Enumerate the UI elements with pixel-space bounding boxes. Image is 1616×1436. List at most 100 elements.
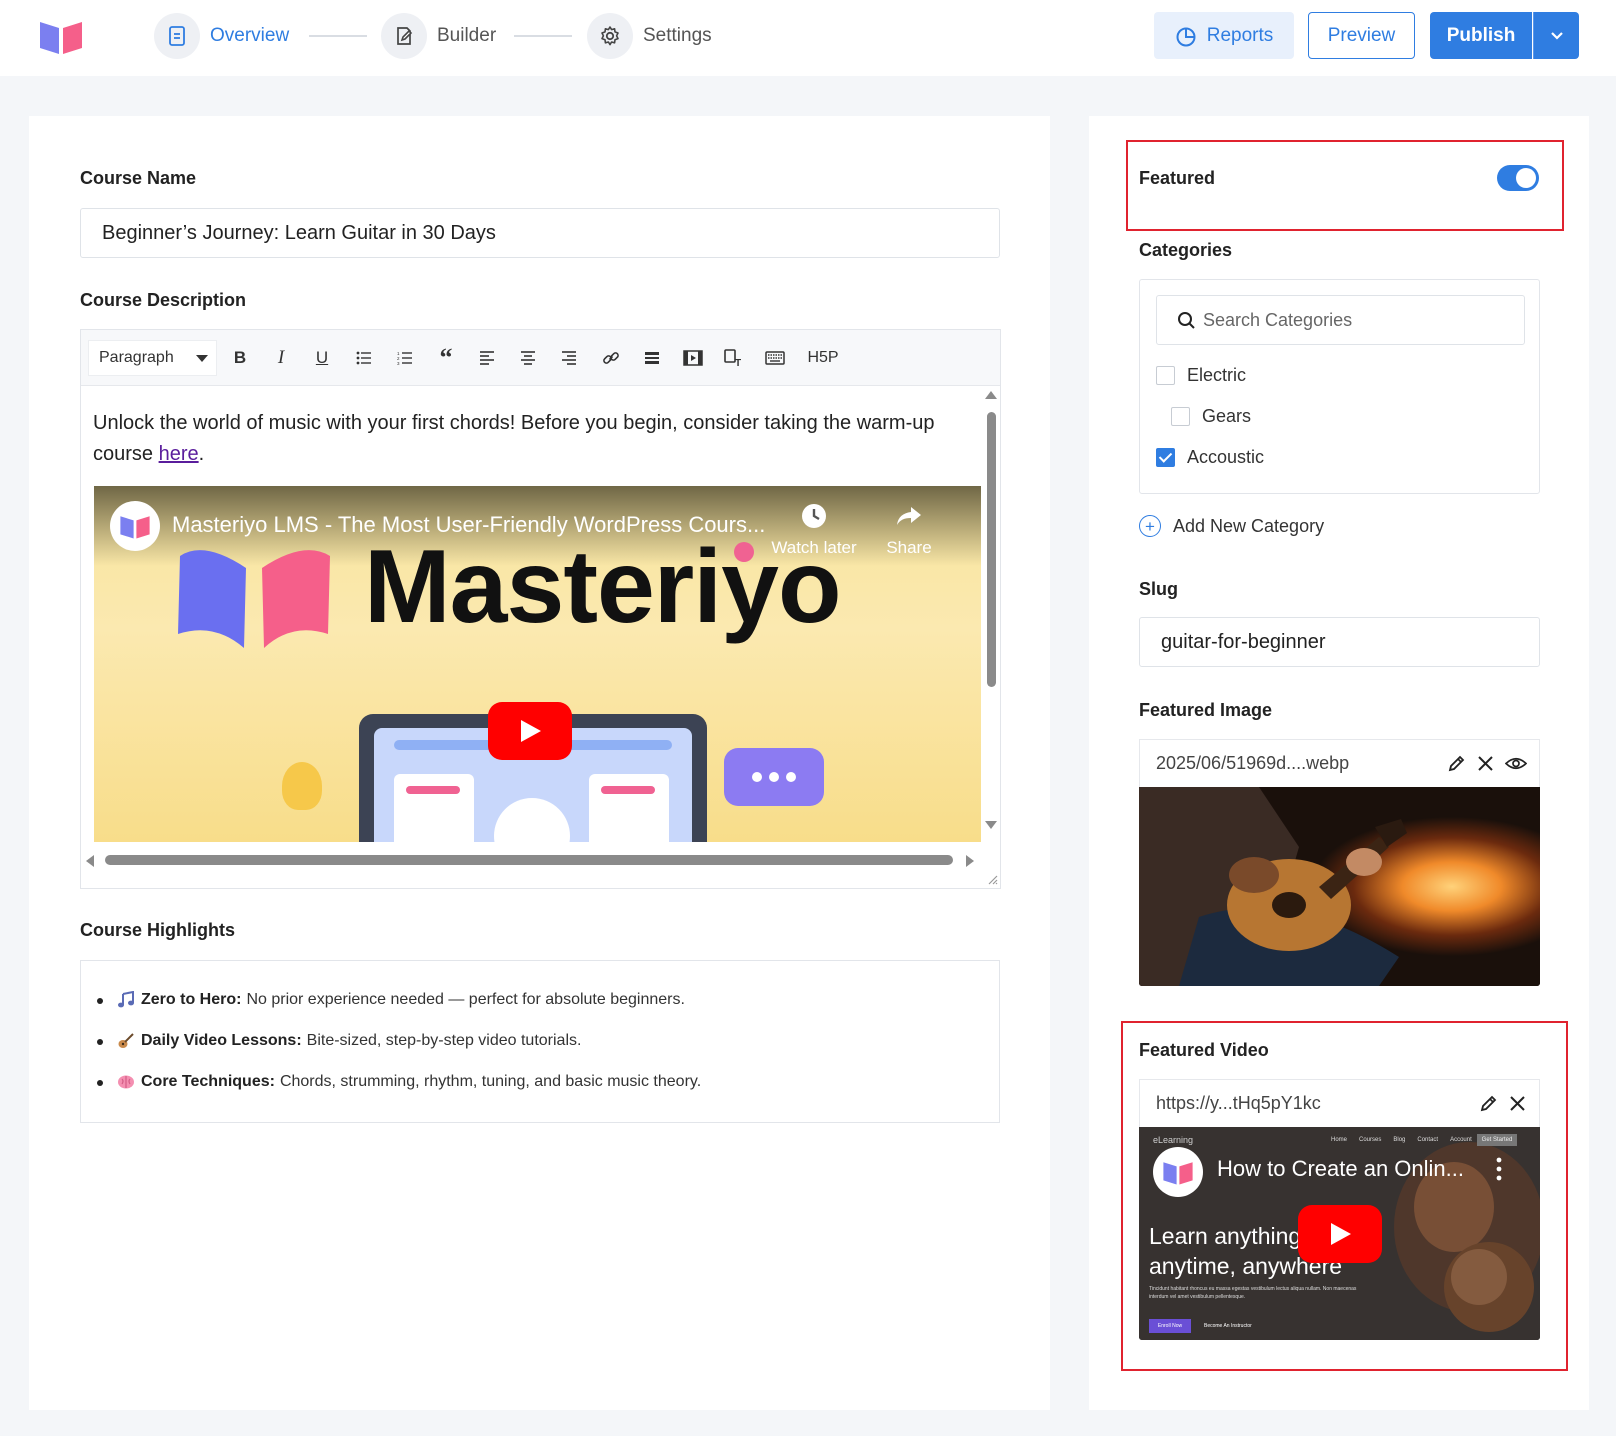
warmup-course-link[interactable]: here: [159, 443, 199, 465]
scroll-thumb[interactable]: [105, 855, 953, 865]
scroll-right-icon[interactable]: [965, 854, 975, 868]
list-item: Core Techniques: Chords, strumming, rhyth…: [97, 1073, 701, 1091]
close-icon[interactable]: [1476, 754, 1495, 773]
play-icon: [1331, 1223, 1351, 1245]
preview-button[interactable]: Preview: [1308, 12, 1415, 59]
close-icon[interactable]: [1508, 1094, 1527, 1113]
course-highlights-box[interactable]: Zero to Hero: No prior experience needed …: [80, 960, 1000, 1123]
add-new-category-button[interactable]: + Add New Category: [1139, 515, 1324, 537]
category-item-accoustic[interactable]: Accoustic: [1156, 447, 1264, 468]
edit-pencil-icon[interactable]: [1447, 754, 1466, 773]
play-icon: [521, 720, 541, 742]
align-center-icon[interactable]: [515, 344, 541, 372]
horizontal-rule-icon[interactable]: [639, 344, 665, 372]
svg-text:T: T: [735, 358, 741, 367]
eye-icon[interactable]: [1505, 754, 1527, 773]
site-cta: Get Started: [1477, 1134, 1517, 1146]
featured-video-label: Featured Video: [1139, 1040, 1269, 1060]
categories-box: Search Categories Electric Gears Accoust…: [1139, 279, 1540, 494]
scroll-down-icon[interactable]: [984, 820, 998, 830]
editor-content-area[interactable]: Unlock the world of music with your firs…: [81, 386, 981, 842]
underline-icon[interactable]: U: [309, 344, 335, 372]
category-checkbox[interactable]: [1156, 366, 1175, 385]
blockquote-icon[interactable]: “: [433, 343, 459, 372]
course-name-input[interactable]: Beginner’s Journey: Learn Guitar in 30 D…: [80, 208, 1000, 258]
channel-avatar[interactable]: [1153, 1147, 1203, 1197]
link-icon[interactable]: [598, 344, 624, 372]
step-label: Builder: [437, 25, 497, 46]
media-icon[interactable]: [680, 344, 706, 372]
publish-options-button[interactable]: [1533, 12, 1579, 59]
music-note-icon: [117, 991, 135, 1009]
chat-bubble-graphic: [724, 748, 824, 806]
clock-icon: [802, 504, 826, 528]
share-icon: [897, 507, 921, 525]
step-overview[interactable]: Overview: [154, 12, 289, 60]
category-label: Gears: [1202, 406, 1252, 426]
category-search-input[interactable]: Search Categories: [1156, 295, 1525, 345]
category-label: Electric: [1187, 365, 1247, 385]
lightbulb-graphic: [282, 762, 322, 810]
document-icon: [154, 13, 200, 59]
align-right-icon[interactable]: [556, 344, 582, 372]
gear-icon: [587, 13, 633, 59]
description-editor: Paragraph B I U 123 “ T H5P Unlock the w…: [80, 329, 1001, 889]
step-connector: [309, 35, 367, 37]
step-builder[interactable]: Builder: [381, 12, 496, 60]
featured-image-preview[interactable]: [1139, 787, 1540, 986]
category-checkbox[interactable]: [1156, 448, 1175, 467]
step-settings[interactable]: Settings: [587, 12, 712, 60]
category-checkbox[interactable]: [1171, 407, 1190, 426]
featured-image-file-row: 2025/06/51969d....webp: [1139, 739, 1540, 787]
bullet-list-icon[interactable]: [351, 344, 377, 372]
course-name-label: Course Name: [80, 168, 197, 188]
search-icon: [1178, 312, 1195, 329]
caret-down-icon: [196, 355, 208, 362]
category-item-gears[interactable]: Gears: [1171, 406, 1251, 427]
video-brand-text: Masteriyo: [364, 529, 842, 645]
featured-toggle[interactable]: [1497, 165, 1539, 191]
pie-chart-icon: [1176, 27, 1196, 46]
numbered-list-icon[interactable]: 123: [392, 344, 418, 372]
site-nav: Home Courses Blog Contact Account: [1331, 1137, 1472, 1143]
editor-horizontal-scrollbar[interactable]: [81, 850, 981, 870]
bold-icon[interactable]: B: [227, 344, 253, 372]
list-item: Daily Video Lessons: Bite-sized, step-by-…: [97, 1032, 581, 1050]
youtube-play-button[interactable]: [1298, 1205, 1382, 1263]
scroll-left-icon[interactable]: [85, 854, 95, 868]
scroll-thumb[interactable]: [987, 412, 996, 687]
svg-text:3: 3: [397, 361, 400, 365]
paragraph-format-select[interactable]: Paragraph: [88, 340, 217, 376]
category-item-electric[interactable]: Electric: [1156, 365, 1246, 386]
enroll-now-graphic: Enroll Now: [1149, 1319, 1191, 1333]
align-left-icon[interactable]: [474, 344, 500, 372]
paste-text-icon[interactable]: T: [721, 344, 747, 372]
publish-button[interactable]: Publish: [1430, 12, 1532, 59]
slug-input[interactable]: guitar-for-beginner: [1139, 617, 1540, 667]
scroll-up-icon[interactable]: [984, 390, 998, 400]
featured-video-preview[interactable]: eLearning Home Courses Blog Contact Acco…: [1139, 1127, 1540, 1340]
description-text: Unlock the world of music with your firs…: [93, 412, 935, 465]
category-label: Accoustic: [1187, 447, 1265, 467]
masteriyo-logo: [40, 22, 82, 54]
edit-pencil-icon[interactable]: [1479, 1094, 1498, 1113]
more-options-icon[interactable]: [1495, 1157, 1503, 1181]
share-button[interactable]: Share: [879, 502, 939, 557]
embedded-youtube-video[interactable]: Masteriyo LMS - The Most User-Friendly W…: [94, 486, 981, 842]
course-description-label: Course Description: [80, 290, 247, 310]
channel-avatar[interactable]: [110, 501, 160, 551]
featured-video-url-row: https://y...tHq5pY1kc: [1139, 1079, 1540, 1127]
guitar-icon: [117, 1032, 135, 1050]
editor-vertical-scrollbar[interactable]: [981, 386, 1000, 842]
video-title[interactable]: How to Create an Onlin...: [1217, 1156, 1464, 1182]
featured-video-url: https://y...tHq5pY1kc: [1156, 1093, 1321, 1113]
plus-circle-icon: +: [1139, 515, 1161, 537]
featured-image-label: Featured Image: [1139, 700, 1273, 720]
italic-icon[interactable]: I: [268, 344, 294, 372]
reports-label: Reports: [1206, 24, 1274, 46]
resize-handle-icon[interactable]: [986, 873, 998, 885]
reports-button[interactable]: Reports: [1154, 12, 1294, 59]
keyboard-icon[interactable]: [762, 344, 788, 372]
youtube-play-button[interactable]: [488, 702, 572, 760]
h5p-button[interactable]: H5P: [803, 344, 843, 372]
